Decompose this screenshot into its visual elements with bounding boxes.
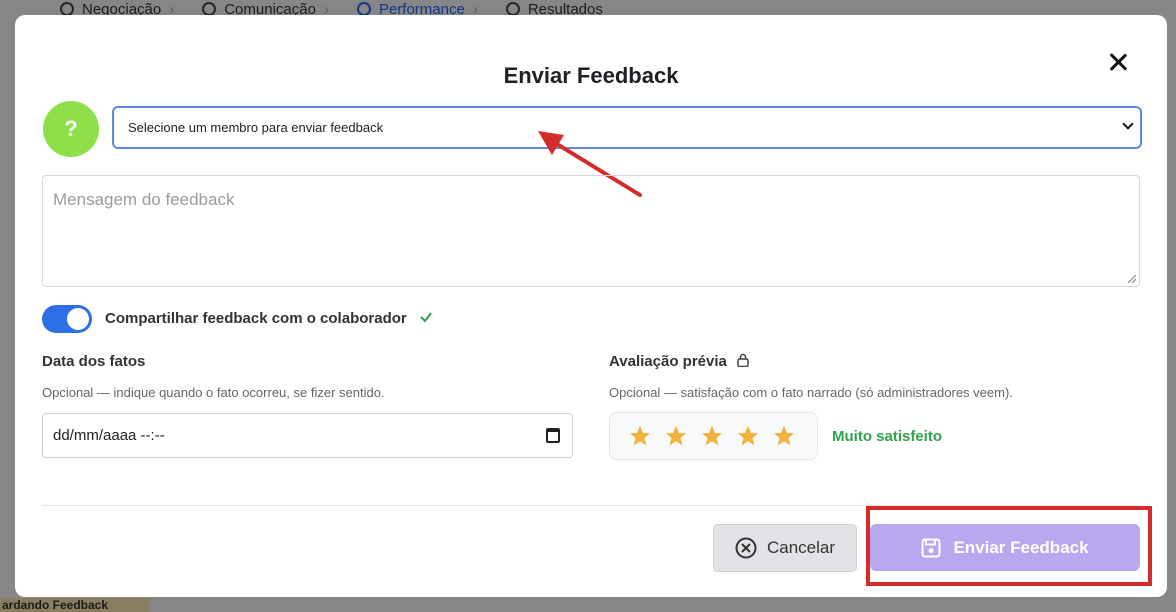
modal-title: Enviar Feedback (503, 63, 679, 88)
share-toggle-label: Compartilhar feedback com o colaborador (105, 310, 407, 327)
member-select-value: Selecione um membro para enviar feedback (128, 120, 384, 135)
chevron-down-icon (1122, 118, 1134, 130)
calendar-icon[interactable] (546, 428, 560, 443)
send-feedback-button[interactable]: Enviar Feedback (870, 524, 1140, 571)
rating-label: Avaliação prévia (609, 353, 727, 370)
toggle-knob (67, 308, 89, 330)
x-circle-icon (735, 537, 757, 559)
date-input[interactable]: dd/mm/aaaa --:-- (42, 413, 573, 458)
cancel-button-label: Cancelar (766, 538, 836, 557)
star-icon[interactable] (736, 424, 760, 448)
star-icon[interactable] (700, 424, 724, 448)
avatar: ? (43, 101, 99, 157)
message-placeholder: Mensagem do feedback (53, 190, 235, 209)
feedback-modal: Enviar Feedback ? Selecione um membro pa… (15, 15, 1167, 597)
send-button-label: Enviar Feedback (953, 537, 1089, 557)
rating-help: Opcional — satisfação com o fato narrado… (609, 385, 1013, 400)
lock-icon (737, 353, 749, 367)
rating-stars (609, 412, 818, 460)
star-icon[interactable] (628, 424, 652, 448)
question-mark-icon: ? (64, 116, 78, 141)
rating-text: Muito satisfeito (832, 428, 943, 445)
check-icon (420, 312, 432, 323)
share-toggle[interactable] (42, 305, 92, 333)
resize-handle-icon[interactable] (1128, 275, 1136, 283)
close-icon[interactable] (1105, 49, 1131, 75)
cancel-button[interactable]: Cancelar (713, 524, 857, 572)
date-label: Data dos fatos (42, 353, 146, 370)
star-icon[interactable] (772, 424, 796, 448)
date-input-value: dd/mm/aaaa --:-- (53, 427, 165, 444)
feedback-message-textarea[interactable]: Mensagem do feedback (42, 175, 1140, 287)
star-icon[interactable] (664, 424, 688, 448)
save-icon (921, 538, 941, 557)
date-help: Opcional — indique quando o fato ocorreu… (42, 385, 385, 400)
